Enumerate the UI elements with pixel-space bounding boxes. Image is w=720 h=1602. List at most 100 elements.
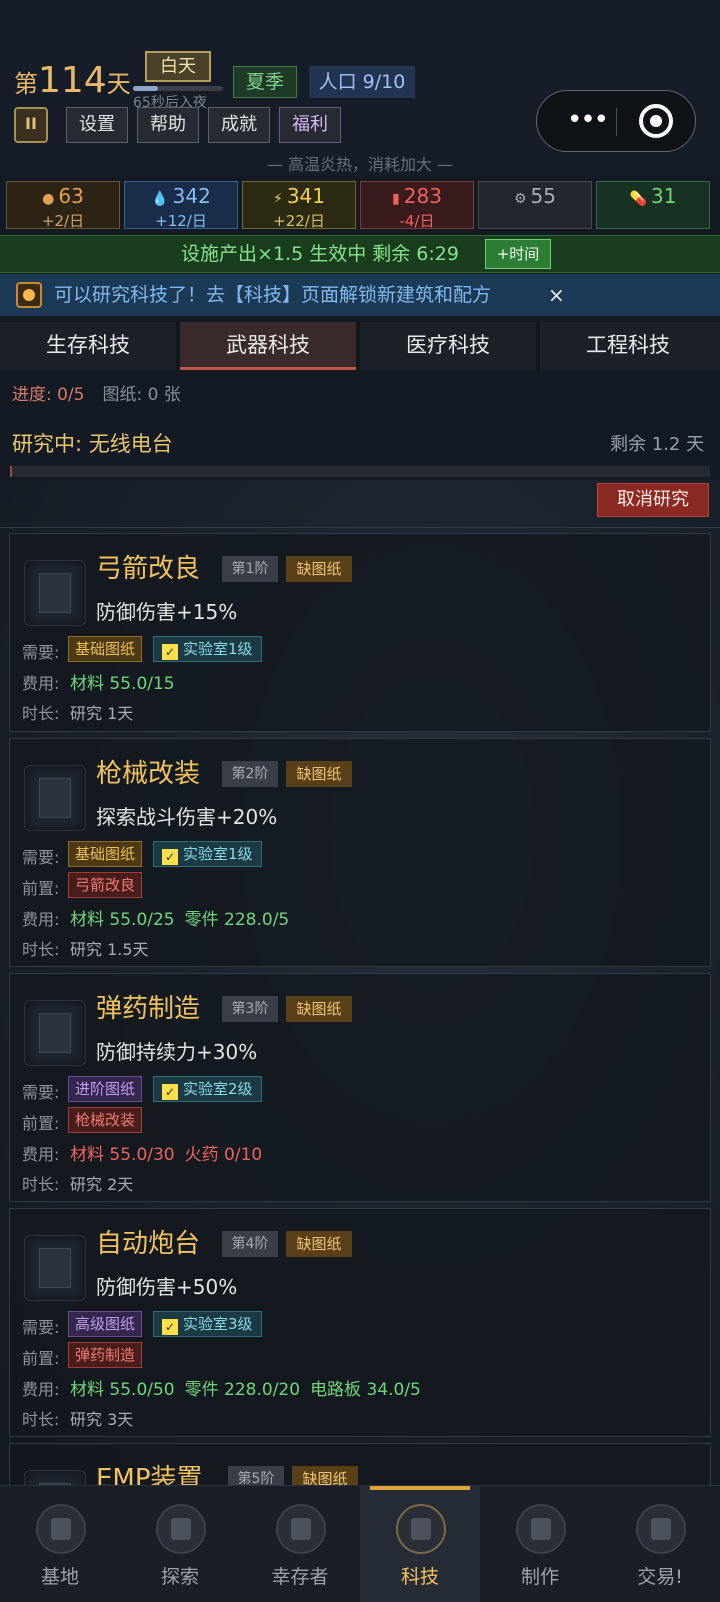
resource-bar: ● 63 +2/日 💧 342 +12/日 ⚡ 341 +22/日 ▮ 283 -4/日 ⚙ 55 💊 31 [6, 181, 714, 230]
gear-icon: ⚙ [513, 191, 527, 207]
resource-value: ⚡ 341 [243, 184, 355, 208]
tab-medical[interactable]: 医疗科技 [360, 322, 536, 370]
cost-item: 材料 55.0/50 [70, 1380, 175, 1400]
tech-duration: 研究 1天 [70, 704, 134, 723]
tab-survival[interactable]: 生存科技 [0, 322, 176, 370]
tech-effect: 防御伤害+15% [96, 600, 238, 624]
tech-image [39, 1248, 71, 1288]
tech-card[interactable]: 自动炮台 第4阶 缺图纸 防御伤害+50% 需要: 高级图纸 ✓ 实验室3级 前置: 弹药制造 费用… [9, 1208, 711, 1437]
resource-value: ● 63 [7, 184, 119, 208]
nav-item[interactable]: 探索 [120, 1486, 240, 1602]
tech-name: 弓箭改良 [96, 554, 201, 584]
tech-card[interactable]: 弹药制造 第3阶 缺图纸 防御持续力+30% 需要: 进阶图纸 ✓ 实验室2级 前置: 枪械改装费… [9, 973, 711, 1202]
settings-button[interactable]: 设置 [66, 107, 128, 143]
tech-image [39, 778, 71, 818]
resource-cell[interactable]: ⚙ 55 [478, 181, 592, 229]
tech-card[interactable]: 弓箭改良 第1阶 缺图纸 防御伤害+15% 需要: 基础图纸 ✓ 实验室1级 费用: 材料 55.… [9, 533, 711, 732]
medicine-icon: ▮ [392, 191, 400, 207]
icon-glyph [171, 1518, 191, 1540]
tech-duration: 研究 1.5天 [70, 940, 149, 959]
nav-item[interactable]: 科技 [360, 1486, 480, 1602]
nav-label: 探索 [160, 1566, 199, 1588]
current-research: 研究中: 无线电台 [12, 432, 173, 456]
lab-requirement: ✓ 实验室1级 [153, 841, 262, 867]
tech-effect: 探索战斗伤害+20% [96, 805, 278, 829]
cost-item: 材料 55.0/30 [70, 1145, 175, 1165]
resource-cell[interactable]: ▮ 283 -4/日 [360, 181, 474, 230]
lightbulb-icon [16, 282, 42, 308]
research-progress: 进度: 0/5 图纸: 0 张 [12, 380, 181, 405]
research-notice[interactable]: 可以研究科技了！去【科技】页面解锁新建筑和配方 × [0, 274, 720, 316]
water-icon: 💧 [151, 191, 169, 207]
resource-cell[interactable]: ● 63 +2/日 [6, 181, 120, 230]
population-badge[interactable]: 人口 9/10 [309, 66, 415, 98]
cost-label: 费用: [22, 674, 60, 693]
pause-icon: II [25, 114, 37, 133]
cost-label: 费用: [22, 910, 60, 929]
tech-card[interactable]: 枪械改装 第2阶 缺图纸 探索战斗伤害+20% 需要: 基础图纸 ✓ 实验室1级 前置: 弓箭改良… [9, 738, 711, 967]
add-time-button[interactable]: +时间 [485, 239, 551, 269]
resource-value: ⚙ 55 [479, 184, 591, 208]
prerequisite-tag: 弓箭改良 [68, 872, 143, 898]
season-badge: 夏季 [233, 66, 297, 98]
notice-text: 可以研究科技了！去【科技】页面解锁新建筑和配方 [54, 284, 492, 306]
pill-icon: 💊 [629, 191, 647, 207]
cost-item: 零件 228.0/20 [184, 1380, 301, 1400]
missing-blueprint-badge: 缺图纸 [286, 761, 352, 787]
welfare-button[interactable]: 福利 [279, 107, 341, 143]
resource-cell[interactable]: ⚡ 341 +22/日 [242, 181, 356, 230]
progress-count: 进度: 0/5 [12, 385, 85, 405]
tier-badge: 第2阶 [222, 761, 278, 787]
bottom-nav: 基地 探索 幸存者 科技 制作 交易! [0, 1485, 720, 1602]
lab-requirement: ✓ 实验室2级 [153, 1076, 262, 1102]
lab-requirement-text: 实验室3级 [183, 1315, 253, 1333]
resource-value: 💧 342 [125, 184, 237, 208]
nav-item[interactable]: 基地 [0, 1486, 120, 1602]
resource-amount: 63 [58, 184, 84, 208]
phase-badge: 白天 [145, 51, 211, 82]
more-menu-icon[interactable]: ••• [559, 105, 615, 135]
cancel-research-button[interactable]: 取消研究 [597, 483, 709, 517]
blueprint-requirement: 高级图纸 [68, 1311, 143, 1337]
resource-amount: 341 [286, 184, 326, 208]
lab-requirement: ✓ 实验室1级 [153, 636, 262, 662]
status-header: 第114天 白天 65秒后入夜 夏季 人口 9/10 II 设置 帮助 成就 福… [0, 0, 720, 230]
tab-engineering[interactable]: 工程科技 [540, 322, 716, 370]
duration-label: 时长: [22, 1175, 60, 1194]
tech-effect: 防御伤害+50% [96, 1275, 238, 1299]
resource-amount: 342 [172, 184, 211, 208]
tab-weapons[interactable]: 武器科技 [180, 322, 356, 370]
resource-cell[interactable]: 💧 342 +12/日 [124, 181, 238, 230]
prerequisite-label: 前置: [22, 1114, 60, 1133]
nav-label: 科技 [400, 1566, 439, 1588]
tech-icon [396, 1504, 446, 1554]
cost-item: 材料 55.0/15 [70, 674, 175, 694]
tech-tabs: 生存科技 武器科技 医疗科技 工程科技 [0, 322, 720, 370]
nav-item[interactable]: 交易! [600, 1486, 720, 1602]
research-progress-bar [10, 466, 710, 477]
close-notice-icon[interactable]: × [548, 274, 565, 316]
pause-button[interactable]: II [14, 107, 48, 143]
resource-cell[interactable]: 💊 31 [596, 181, 710, 229]
close-miniprogram-icon[interactable] [639, 104, 673, 138]
cost-item: 电路板 34.0/5 [310, 1380, 421, 1400]
tech-thumbnail [24, 765, 86, 831]
nav-item[interactable]: 制作 [480, 1486, 600, 1602]
help-button[interactable]: 帮助 [137, 107, 199, 143]
capsule-divider [616, 108, 617, 136]
cost-list: 材料 55.0/15 [70, 669, 185, 694]
icon-glyph [531, 1518, 551, 1540]
tech-duration: 研究 3天 [70, 1410, 134, 1429]
blueprint-requirement: 基础图纸 [68, 841, 143, 867]
nav-item[interactable]: 幸存者 [240, 1486, 360, 1602]
tech-effect: 防御持续力+30% [96, 1040, 258, 1064]
nav-label: 幸存者 [271, 1566, 329, 1588]
achievements-button[interactable]: 成就 [208, 107, 270, 143]
lab-requirement-text: 实验室2级 [183, 1080, 253, 1098]
requirement-label: 需要: [22, 643, 60, 662]
tech-name: 枪械改装 [96, 759, 201, 789]
check-icon: ✓ [162, 1084, 178, 1100]
survivors-icon [276, 1504, 326, 1554]
cost-item: 零件 228.0/5 [184, 910, 290, 930]
resource-amount: 31 [650, 184, 677, 208]
